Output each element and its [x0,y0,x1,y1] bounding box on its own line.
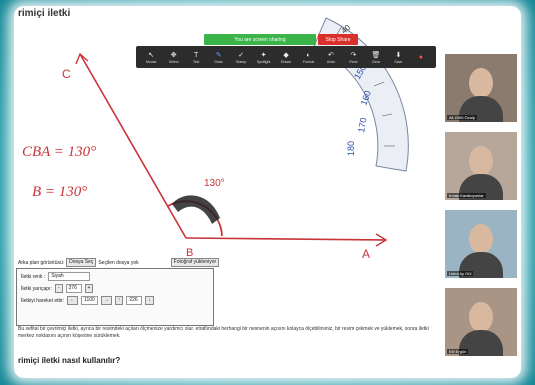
toolbar-label: Spotlight [256,59,271,64]
select-icon: ✥ [170,51,177,59]
background-row: Arka plan görüntüsü: Dosya Seç Seçilen d… [18,258,258,267]
format-icon: ◐ [306,51,311,59]
participant-panel: Ali Zülfü Özalp Irmak Karakoyunlar Umut Ay… [445,54,517,372]
participant-avatar [469,146,493,176]
spotlight-icon: ✦ [260,51,267,59]
participant-avatar [469,68,493,98]
stamp-icon: ✓ [238,51,245,59]
clear-icon: 🗑 [371,51,381,59]
toolbar-stamp-button[interactable]: ✓ Stamp [230,51,252,64]
radius-decrease-button[interactable]: - [54,284,63,293]
toolbar-undo-button[interactable]: ↶ Undo [320,51,342,64]
radius-increase-button[interactable]: + [84,284,94,293]
move-down-button[interactable]: ↓ [145,296,154,305]
participant-video[interactable]: Umut Ay Gül [445,210,517,278]
move-label: İletkiyi hareket ettir: [21,297,65,304]
close-toolbar-button[interactable]: ● [410,53,432,62]
toolbar-label: Undo [326,59,336,64]
toolbar-format-button[interactable]: ◐ Format [297,51,319,64]
toolbar-label: Clear [371,59,381,64]
radius-input[interactable]: 376 [65,284,82,293]
protractor-tick: 180 [346,141,356,156]
toolbar-label: Format [302,59,315,64]
move-left-button[interactable]: ← [67,296,79,305]
toolbar-redo-button[interactable]: ↷ Redo [342,51,364,64]
toolbar-label: Redo [349,59,358,64]
toolbar-clear-button[interactable]: 🗑 Clear [365,51,387,64]
move-y-input[interactable]: 226 [126,296,143,305]
move-up-button[interactable]: ↑ [114,296,124,305]
toolbar-eraser-button[interactable]: ◆ Eraser [275,51,297,64]
participant-name: Ali Zülfü Özalp [447,115,478,120]
participant-avatar [469,302,493,332]
participant-name: Irmak Karakoyunlar [447,193,486,198]
toolbar-select-button[interactable]: ✥ Select [162,51,184,64]
label-a: A [362,247,370,261]
protractor-settings: İletki renk : Siyah İletki yarıçapı: - 3… [16,268,214,326]
color-select[interactable]: Siyah [48,272,91,281]
toolbar-label: Select [168,59,179,64]
angle-label: 130° [204,178,225,189]
protractor-tick: 170 [356,117,368,134]
photo-upload-button[interactable]: Fotoğraf yükleniyor [170,258,220,267]
stop-share-button[interactable]: Stop Share [318,34,358,45]
equation-cba: CBA = 130° [22,144,96,160]
participant-avatar [469,224,493,254]
redo-icon: ↷ [350,51,357,59]
color-label: İletki renk : [21,273,46,280]
toolbar-spotlight-button[interactable]: ✦ Spotlight [252,51,274,64]
label-c: C [62,67,71,81]
radius-label: İletki yarıçapı: [21,285,52,292]
toolbar-text-button[interactable]: T Text [185,51,207,64]
choose-file-button[interactable]: Dosya Seç [66,258,97,267]
toolbar-label: Draw [214,59,223,64]
move-right-button[interactable]: → [100,296,112,305]
toolbar-label: Mouse [145,59,157,64]
participant-name: Umut Ay Gül [447,271,474,276]
close-icon: ● [418,53,423,61]
browser-page: rimiçi iletki 180 170 160 150 40 C B A 1… [14,6,521,378]
toolbar-label: Save [394,59,403,64]
toolbar-draw-button[interactable]: ✎ Draw [207,51,229,64]
description-paragraph: Bu sefital bir çevrimiçi iletki, ayrıca … [18,326,429,339]
annotation-toolbar: ↖ Mouse ✥ Select T Text ✎ Draw ✓ Stamp ✦ Spotlight ◆… [136,46,436,68]
participant-video[interactable]: Irmak Karakoyunlar [445,132,517,200]
undo-icon: ↶ [328,51,334,59]
participant-name: Elif Ergün [447,349,469,354]
save-icon: ⬇ [395,51,402,59]
toolbar-mouse-button[interactable]: ↖ Mouse [140,51,162,64]
participant-video[interactable]: Ali Zülfü Özalp [445,54,517,122]
equation-b: B = 130° [32,184,87,200]
text-icon: T [194,51,199,59]
background-label: Arka plan görüntüsü: [18,259,65,266]
mouse-icon: ↖ [148,51,155,59]
section-heading: rimiçi iletki nasıl kullanılır? [18,356,121,365]
eraser-icon: ◆ [283,51,289,59]
toolbar-label: Eraser [280,59,292,64]
participant-video[interactable]: Elif Ergün [445,288,517,356]
ray-ba [185,237,387,241]
file-status: Seçilen dosya yok [98,259,139,266]
move-x-input[interactable]: 1100 [81,296,98,305]
toolbar-label: Text [192,59,200,64]
draw-icon: ✎ [215,51,222,59]
screen-share-banner: You are screen sharing [204,34,316,45]
toolbar-label: Stamp [236,59,247,64]
toolbar-save-button[interactable]: ⬇ Save [387,51,409,64]
